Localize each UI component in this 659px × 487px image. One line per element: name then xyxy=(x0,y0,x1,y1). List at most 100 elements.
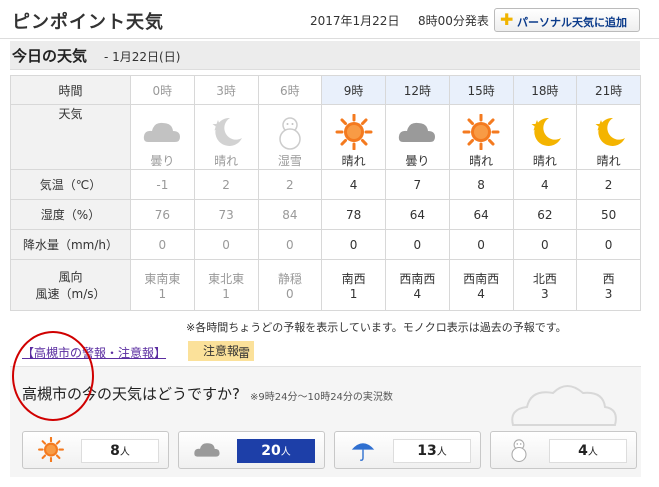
wind-cell: 西南西 4 xyxy=(448,259,514,311)
humidity-cell: 76 xyxy=(130,199,195,230)
precipitation-row: 降水量（mm/h） 00000000 xyxy=(10,229,641,260)
hour-header: 12時 xyxy=(385,75,450,105)
vote-count: 20人 xyxy=(237,439,315,463)
temperature-cell: 2 xyxy=(257,169,323,200)
humidity-cell: 73 xyxy=(193,199,259,230)
vote-count: 13人 xyxy=(393,439,471,463)
temperature-row: 気温（℃） -1 2 2 4 7 8 4 2 xyxy=(10,169,641,200)
hour-header: 18時 xyxy=(512,75,578,105)
publish-date: 2017年1月22日 xyxy=(310,14,400,28)
page-title: ピンポイント天気 xyxy=(12,12,164,33)
humidity-cell: 62 xyxy=(512,199,578,230)
row-label-wind: 風向 風速（m/s） xyxy=(10,259,131,311)
weather-survey: 高槻市の今の天気はどうですか? ※9時24分～10時24分の実況数 8人 20人 1… xyxy=(10,366,641,477)
vote-button-sun[interactable]: 8人 xyxy=(22,431,169,469)
survey-question: 高槻市の今の天気はどうですか? xyxy=(22,385,240,403)
snowman-icon xyxy=(505,437,533,465)
wind-direction: 南西 xyxy=(341,271,366,286)
humidity-cell: 84 xyxy=(257,199,323,230)
row-label-precipitation: 降水量（mm/h） xyxy=(10,229,131,260)
vote-count: 4人 xyxy=(549,439,627,463)
umbrella-icon xyxy=(349,437,377,465)
wind-cell: 南西 1 xyxy=(321,259,386,311)
wind-speed: 0 xyxy=(286,286,294,301)
plus-icon: ✚ xyxy=(500,10,514,29)
hour-header: 15時 xyxy=(448,75,514,105)
vote-count-unit: 人 xyxy=(587,447,598,458)
precipitation-cell: 0 xyxy=(257,229,323,260)
hour-header: 0時 xyxy=(130,75,195,105)
moon-star-icon xyxy=(206,114,246,150)
vote-button-snowman[interactable]: 4人 xyxy=(490,431,637,469)
humidity-cell: 64 xyxy=(385,199,450,230)
temperature-cell: 4 xyxy=(512,169,578,200)
vote-count-number: 8 xyxy=(110,443,120,459)
vote-count-unit: 人 xyxy=(280,447,291,458)
wind-speed: 3 xyxy=(604,286,613,301)
temperature-cell: 2 xyxy=(193,169,259,200)
vote-count-number: 4 xyxy=(578,443,588,459)
weather-label: 晴れ xyxy=(214,154,239,168)
weather-cell: 晴れ xyxy=(512,104,578,170)
survey-subnote: ※9時24分～10時24分の実況数 xyxy=(250,392,393,403)
weather-cell: 晴れ xyxy=(321,104,386,170)
cloud-icon xyxy=(142,114,182,150)
moon-star-icon xyxy=(589,114,629,150)
wind-cell: 東北東 1 xyxy=(193,259,259,311)
hour-header: 9時 xyxy=(321,75,386,105)
precipitation-cell: 0 xyxy=(385,229,450,260)
time-row: 時間 0時 3時 6時 9時 12時 15時 18時 21時 xyxy=(10,75,641,105)
wind-speed: 4 xyxy=(477,286,485,301)
weather-label: 湿雪 xyxy=(277,154,302,168)
vote-count-unit: 人 xyxy=(119,447,130,458)
cloud-icon xyxy=(397,114,437,150)
wind-speed: 1 xyxy=(158,286,167,301)
cloud-icon xyxy=(193,437,221,465)
forecast-note: ※各時間ちょうどの予報を表示しています。モノクロ表示は過去の予報です。 xyxy=(186,321,567,334)
snowman-icon xyxy=(270,114,310,150)
wind-speed: 1 xyxy=(349,286,358,301)
weather-cell: 晴れ xyxy=(576,104,641,170)
precipitation-cell: 0 xyxy=(576,229,641,260)
add-personal-weather-button[interactable]: ✚ パーソナル天気に追加 xyxy=(494,8,640,32)
vote-count-number: 13 xyxy=(417,443,437,459)
temperature-cell: -1 xyxy=(130,169,195,200)
publish-time: 8時00分発表 xyxy=(418,14,489,28)
warning-link[interactable]: 【高槻市の警報・注意報】 xyxy=(22,346,166,360)
wind-cell: 西南西 4 xyxy=(385,259,450,311)
wind-direction: 静穏 xyxy=(277,271,302,286)
wind-direction: 東北東 xyxy=(208,271,245,286)
precipitation-cell: 0 xyxy=(193,229,259,260)
wind-cell: 東南東 1 xyxy=(130,259,195,311)
wind-cell: 西3 xyxy=(576,259,641,311)
wind-direction: 西南西 xyxy=(463,271,500,286)
wind-row: 風向 風速（m/s） 東南東 1 東北東 1 静穏 0 南西 1 西南西 4 西南西 4 北西 3 西 3 xyxy=(10,259,641,311)
today-header: 今日の天気 - 1月22日(日) xyxy=(10,41,640,70)
wind-speed: 3 xyxy=(541,286,549,301)
weather-label: 曇り xyxy=(405,154,430,168)
temperature-cell: 2 xyxy=(576,169,641,200)
weather-label: 晴れ xyxy=(532,154,557,168)
sun-icon xyxy=(334,113,374,151)
row-label-time: 時間 xyxy=(10,75,131,105)
humidity-cell: 78 xyxy=(321,199,386,230)
hour-header: 3時 xyxy=(193,75,259,105)
vote-count: 8人 xyxy=(81,439,159,463)
precipitation-cell: 0 xyxy=(448,229,514,260)
vote-count-unit: 人 xyxy=(436,447,447,458)
weather-cell: 晴れ xyxy=(448,104,514,170)
add-personal-weather-label: パーソナル天気に追加 xyxy=(517,16,627,29)
humidity-row: 湿度（%） 76 73 84 78 64 64 62 50 xyxy=(10,199,641,230)
weather-label: 晴れ xyxy=(469,154,494,168)
vote-button-cloud[interactable]: 20人 xyxy=(178,431,325,469)
humidity-cell: 50 xyxy=(576,199,641,230)
weather-label: 晴れ xyxy=(596,154,621,168)
row-label-wind-direction: 風向 xyxy=(58,270,83,284)
wind-cell: 北西 3 xyxy=(512,259,578,311)
hourly-weather-table: 時間 0時 3時 6時 9時 12時 15時 18時 21時 天気 曇り 晴れ 湿雪 晴れ 曇り 晴れ 晴… xyxy=(10,75,641,311)
sun-icon xyxy=(461,113,501,151)
precipitation-cell: 0 xyxy=(321,229,386,260)
vote-button-umbrella[interactable]: 13人 xyxy=(334,431,481,469)
advisory-thunder: 雷 xyxy=(238,346,251,360)
cloud-background-icon xyxy=(511,385,617,426)
